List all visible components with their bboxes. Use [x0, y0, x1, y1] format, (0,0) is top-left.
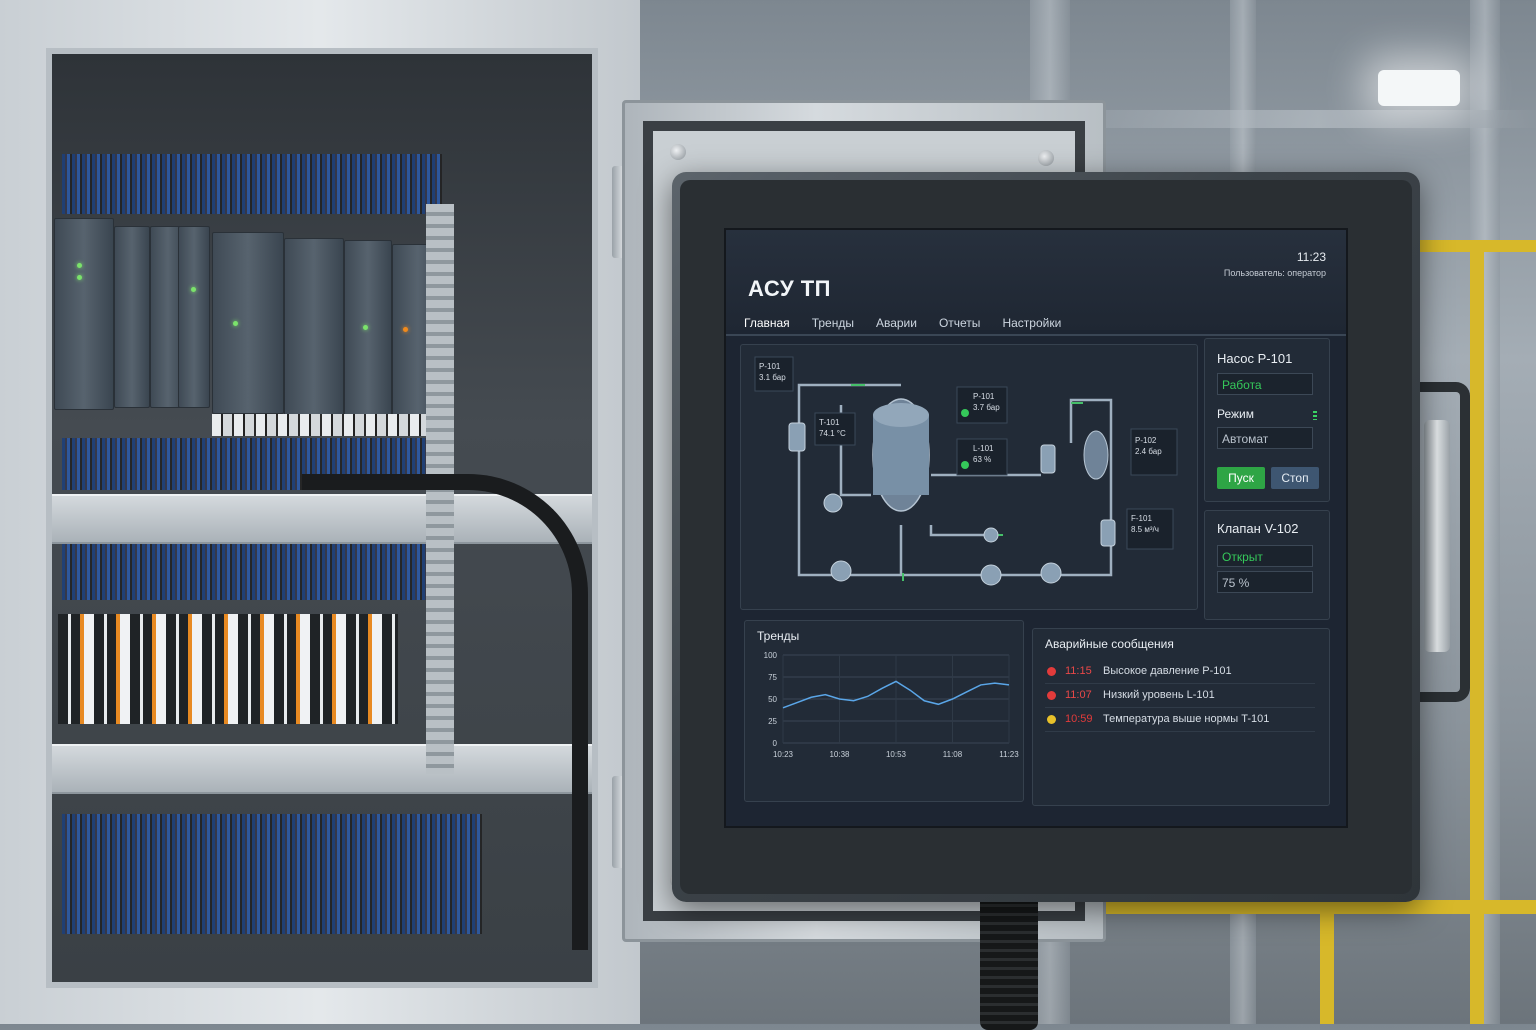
alarms-title: Аварийные сообщения [1045, 637, 1174, 651]
tab-trends[interactable]: Тренды [810, 312, 856, 334]
ceiling-light [1378, 70, 1460, 106]
mode-label: Режим [1217, 407, 1254, 421]
safety-railing [1470, 240, 1484, 1024]
tab-main[interactable]: Главная [742, 312, 792, 334]
tab-alarms[interactable]: Аварии [874, 312, 919, 334]
alarm-status-icon [1047, 715, 1056, 724]
filter-icon [788, 422, 806, 452]
process-schematic [754, 356, 1178, 586]
mode-select[interactable]: Автомат [1217, 427, 1313, 449]
alarm-row[interactable]: 11:07 Низкий уровень L-101 [1045, 685, 1315, 708]
alarm-row[interactable]: 11:15 Высокое давление Р-101 [1045, 661, 1315, 684]
valve-position-field: 75 % [1217, 571, 1313, 593]
plc-module [284, 238, 344, 416]
pump-icon [830, 560, 852, 582]
tab-divider [726, 334, 1346, 336]
clock: 11:23 [1296, 250, 1326, 264]
process-schematic-panel: Р-101 3.1 бар T-101 74.1 °C P-101 3.7 бар L… [740, 344, 1198, 610]
trend-chart: 0 25 50 75 100 10:23 10:38 10:53 11:08 11:23 [764, 651, 1020, 759]
terminal-block-row [212, 414, 442, 436]
alarm-text: Высокое давление Р-101 [1103, 665, 1232, 677]
plc-module [178, 226, 210, 408]
trends-panel: Тренды 0 25 50 75 100 10:23 10:38 10:53 11:08 11:… [744, 620, 1024, 802]
tab-reports[interactable]: Отчеты [937, 312, 982, 334]
safety-railing [1320, 900, 1334, 1024]
x-tick-label: 11:23 [999, 750, 1019, 759]
pump-icon [1040, 562, 1062, 584]
background-beam [1100, 110, 1536, 128]
plc-module [212, 232, 284, 414]
y-tick-label: 50 [768, 695, 777, 704]
sensor-label: Р-101 3.1 бар [759, 362, 786, 382]
heat-exchanger-icon [1040, 444, 1056, 474]
x-tick-label: 10:53 [886, 750, 907, 759]
sensor-label: T-101 74.1 °C [819, 418, 846, 438]
sensor-label: F-101 8.5 м³/ч [1131, 514, 1159, 534]
nav-tabs: Главная Тренды Аварии Отчеты Настройки [742, 312, 1063, 334]
sensor-label: Р-102 2.4 бар [1135, 436, 1162, 456]
start-button[interactable]: Пуск [1217, 467, 1265, 489]
alarm-text: Низкий уровень L-101 [1103, 689, 1215, 701]
y-tick-label: 25 [768, 717, 777, 726]
alarm-row[interactable]: 10:59 Температура выше нормы T-101 [1045, 709, 1315, 732]
sensor-label: L-101 63 % [973, 444, 994, 464]
y-tick-label: 100 [764, 651, 778, 660]
valve-panel: Клапан V-102 Открыт 75 % [1204, 510, 1330, 620]
x-tick-label: 10:38 [829, 750, 850, 759]
monitor-handle[interactable] [1424, 420, 1450, 652]
valve-status-field: Открыт [1217, 545, 1313, 567]
plc-module [344, 240, 392, 416]
door-screw [670, 144, 686, 160]
alarm-status-icon [1047, 691, 1056, 700]
cabinet-interior [46, 48, 598, 988]
trends-title: Тренды [757, 629, 800, 643]
x-tick-label: 11:08 [943, 750, 963, 759]
valve-title: Клапан V-102 [1217, 521, 1299, 536]
monitor-cable [980, 880, 1038, 1030]
alarm-time: 11:15 [1065, 665, 1092, 677]
current-user: Пользователь: оператор [1223, 268, 1326, 278]
valve-icon [983, 527, 999, 543]
x-tick-label: 10:23 [773, 750, 794, 759]
control-cabinet [0, 0, 640, 1024]
tank-icon [1083, 430, 1109, 480]
plc-module [114, 226, 150, 408]
tab-settings[interactable]: Настройки [1000, 312, 1063, 334]
valve-icon [980, 564, 1002, 586]
door-screw [1038, 150, 1054, 166]
y-tick-label: 0 [773, 739, 778, 748]
mode-indicator-icon [1313, 411, 1317, 420]
alarm-time: 11:07 [1065, 689, 1092, 701]
pump-icon [823, 493, 843, 513]
cable-hose [302, 474, 588, 950]
hmi-screen: 11:23 Пользователь: оператор АСУ ТП Глав… [724, 228, 1348, 828]
pump-title: Насос Р-101 [1217, 351, 1293, 366]
sensor-icon [1100, 519, 1116, 547]
sensor-label: P-101 3.7 бар [973, 392, 1000, 412]
pump-status-field: Работа [1217, 373, 1313, 395]
stop-button[interactable]: Стоп [1271, 467, 1319, 489]
alarm-time: 10:59 [1065, 713, 1093, 725]
y-tick-label: 75 [768, 673, 777, 682]
alarm-text: Температура выше нормы T-101 [1103, 713, 1270, 725]
pump-panel: Насос Р-101 Работа Режим Автомат Пуск Ст… [1204, 338, 1330, 502]
alarms-panel: Аварийные сообщения 11:15 Высокое давлен… [1032, 628, 1330, 806]
app-title: АСУ ТП [748, 276, 831, 301]
wiring-top [62, 154, 442, 214]
alarm-status-icon [1047, 667, 1056, 676]
plc-module [54, 218, 114, 410]
